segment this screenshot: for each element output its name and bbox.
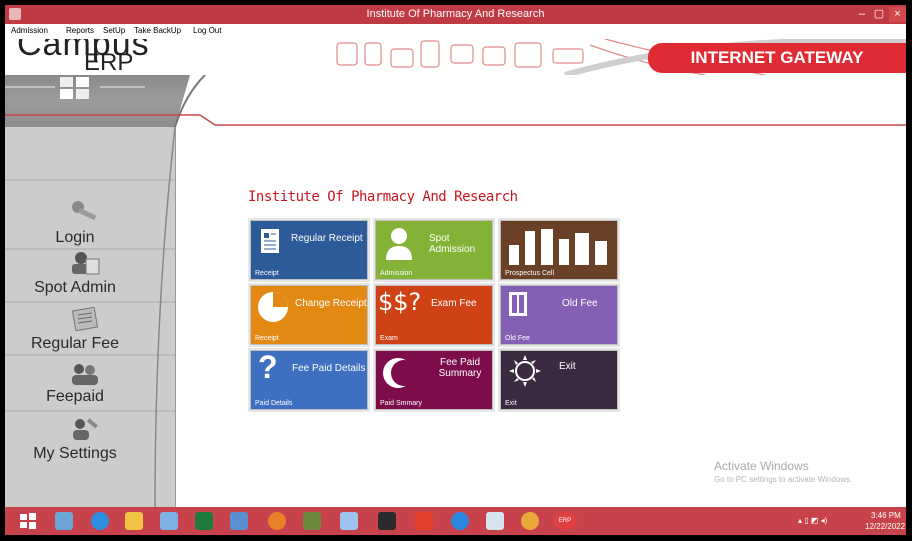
sidebar: Login Spot Admin Regular Fee Feepaid My … — [5, 127, 176, 507]
window-title: Institute Of Pharmacy And Research — [366, 8, 545, 20]
tile-label: Spot Admission — [429, 233, 476, 255]
band-decoration — [5, 75, 906, 127]
network-icon[interactable] — [340, 512, 358, 530]
moon-icon — [383, 358, 414, 388]
tile-fee-paid-details[interactable]: ? Fee Paid Details Paid Details — [251, 351, 367, 409]
close-button[interactable]: × — [889, 7, 906, 22]
title-bar: Institute Of Pharmacy And Research – ▢ × — [5, 5, 906, 24]
id-card-icon — [72, 252, 100, 275]
header-band — [5, 75, 906, 127]
tile-change-receipt[interactable]: Change Receipt Receipt — [251, 286, 367, 344]
ie-icon[interactable] — [91, 512, 109, 530]
person-icon — [386, 228, 412, 260]
users-icon — [72, 364, 98, 385]
notepad-icon[interactable] — [230, 512, 248, 530]
tile-label: Change Receipt — [295, 298, 367, 309]
erp-icon[interactable]: ERP — [553, 512, 577, 530]
monitor-icon[interactable] — [160, 512, 178, 530]
tile-sub: Receipt — [255, 270, 279, 277]
sidebar-item-my-settings[interactable]: My Settings — [5, 417, 175, 469]
page-title: Institute Of Pharmacy And Research — [248, 189, 518, 205]
tile-old-fee[interactable]: Old Fee Old Fee — [501, 286, 617, 344]
dollar-question-icon: $$? — [378, 288, 422, 316]
tile-sub: Prospectus Cell — [505, 270, 555, 277]
tile-fee-paid-summary[interactable]: Fee Paid Summary Paid Smmary — [376, 351, 492, 409]
book-icon — [509, 292, 527, 316]
document-icon — [261, 229, 279, 253]
app-window: Institute Of Pharmacy And Research – ▢ ×… — [5, 5, 906, 535]
tile-label: Exit — [559, 361, 576, 372]
clock-date: 12/22/2022 — [865, 522, 906, 531]
tile-sub: Paid Smmary — [380, 400, 423, 407]
tile-label: Fee Paid Summary — [438, 357, 482, 379]
sidebar-label-regular-fee: Regular Fee — [30, 335, 120, 352]
tile-sub: Admission — [380, 270, 413, 277]
menu-admission[interactable]: Admission — [11, 26, 48, 35]
firefox-icon[interactable] — [268, 512, 286, 530]
sidebar-label-my-settings: My Settings — [33, 445, 117, 462]
menu-bar: Admission Reports SetUp Take BackUp Log … — [5, 24, 906, 39]
tile-sub: Old Fee — [505, 335, 530, 342]
tile-spot-admission[interactable]: Spot Admission Admission — [376, 221, 492, 279]
activate-windows-title: Activate Windows — [714, 459, 809, 473]
clock-time: 3:46 PM — [871, 511, 901, 520]
internet-gateway-banner: INTERNET GATEWAY — [648, 43, 906, 73]
tile-prospectus-cell[interactable]: Prospectus Cell — [501, 221, 617, 279]
minimize-button[interactable]: – — [854, 7, 870, 22]
menu-setup[interactable]: SetUp — [103, 26, 125, 35]
sidebar-item-regular-fee[interactable]: Regular Fee — [5, 307, 175, 355]
sidebar-item-feepaid[interactable]: Feepaid — [5, 362, 175, 410]
tile-sub: Exit — [505, 400, 517, 407]
sidebar-label-spot-admin: Spot Admin — [34, 279, 116, 296]
bars-icon — [509, 229, 607, 265]
maximize-button[interactable]: ▢ — [871, 7, 887, 22]
tile-sub: Exam — [380, 335, 398, 342]
tile-exam-fee[interactable]: $$? Exam Fee Exam — [376, 286, 492, 344]
tile-sub: Paid Details — [255, 400, 293, 407]
sidebar-label-login: Login — [55, 229, 95, 246]
sidebar-item-spot-admin[interactable]: Spot Admin — [5, 251, 175, 303]
file-explorer-icon[interactable] — [125, 512, 143, 530]
menu-reports[interactable]: Reports — [66, 26, 94, 35]
chrome-icon[interactable] — [521, 512, 539, 530]
tile-label: Regular Receipt — [291, 233, 363, 244]
anydesk-icon[interactable] — [415, 512, 433, 530]
tools-icon[interactable] — [55, 512, 73, 530]
tile-label: Exam Fee — [431, 298, 477, 309]
sidebar-item-login[interactable]: Login — [5, 199, 175, 251]
question-icon: ? — [258, 351, 278, 385]
office-icon[interactable] — [486, 512, 504, 530]
taskbar: ERP ▴ ▯ ◩ ◂) 3:46 PM 12/22/2022 — [5, 507, 906, 535]
winamp-icon[interactable] — [303, 512, 321, 530]
list-icon — [71, 307, 99, 331]
activate-windows-subtitle: Go to PC settings to activate Windows. — [714, 475, 853, 484]
sidebar-label-feepaid: Feepaid — [46, 388, 104, 405]
tile-label: Old Fee — [562, 298, 598, 309]
pie-icon — [258, 292, 288, 322]
teamviewer-icon[interactable] — [451, 512, 469, 530]
tile-label: Fee Paid Details — [292, 363, 366, 374]
start-icon[interactable] — [19, 512, 37, 530]
menu-take-backup[interactable]: Take BackUp — [134, 26, 181, 35]
sun-icon — [509, 355, 541, 387]
key-icon — [72, 201, 97, 221]
header-banner: Campus ERP INTERNET GATEWAY — [5, 35, 906, 75]
settings-user-icon — [73, 418, 98, 440]
excel-icon[interactable] — [195, 512, 213, 530]
tile-sub: Receipt — [255, 335, 279, 342]
menu-log-out[interactable]: Log Out — [193, 26, 221, 35]
tray-icons[interactable]: ▴ ▯ ◩ ◂) — [798, 516, 827, 525]
tile-regular-receipt[interactable]: Regular Receipt Receipt — [251, 221, 367, 279]
terminal-icon[interactable] — [378, 512, 396, 530]
tile-exit[interactable]: Exit Exit — [501, 351, 617, 409]
